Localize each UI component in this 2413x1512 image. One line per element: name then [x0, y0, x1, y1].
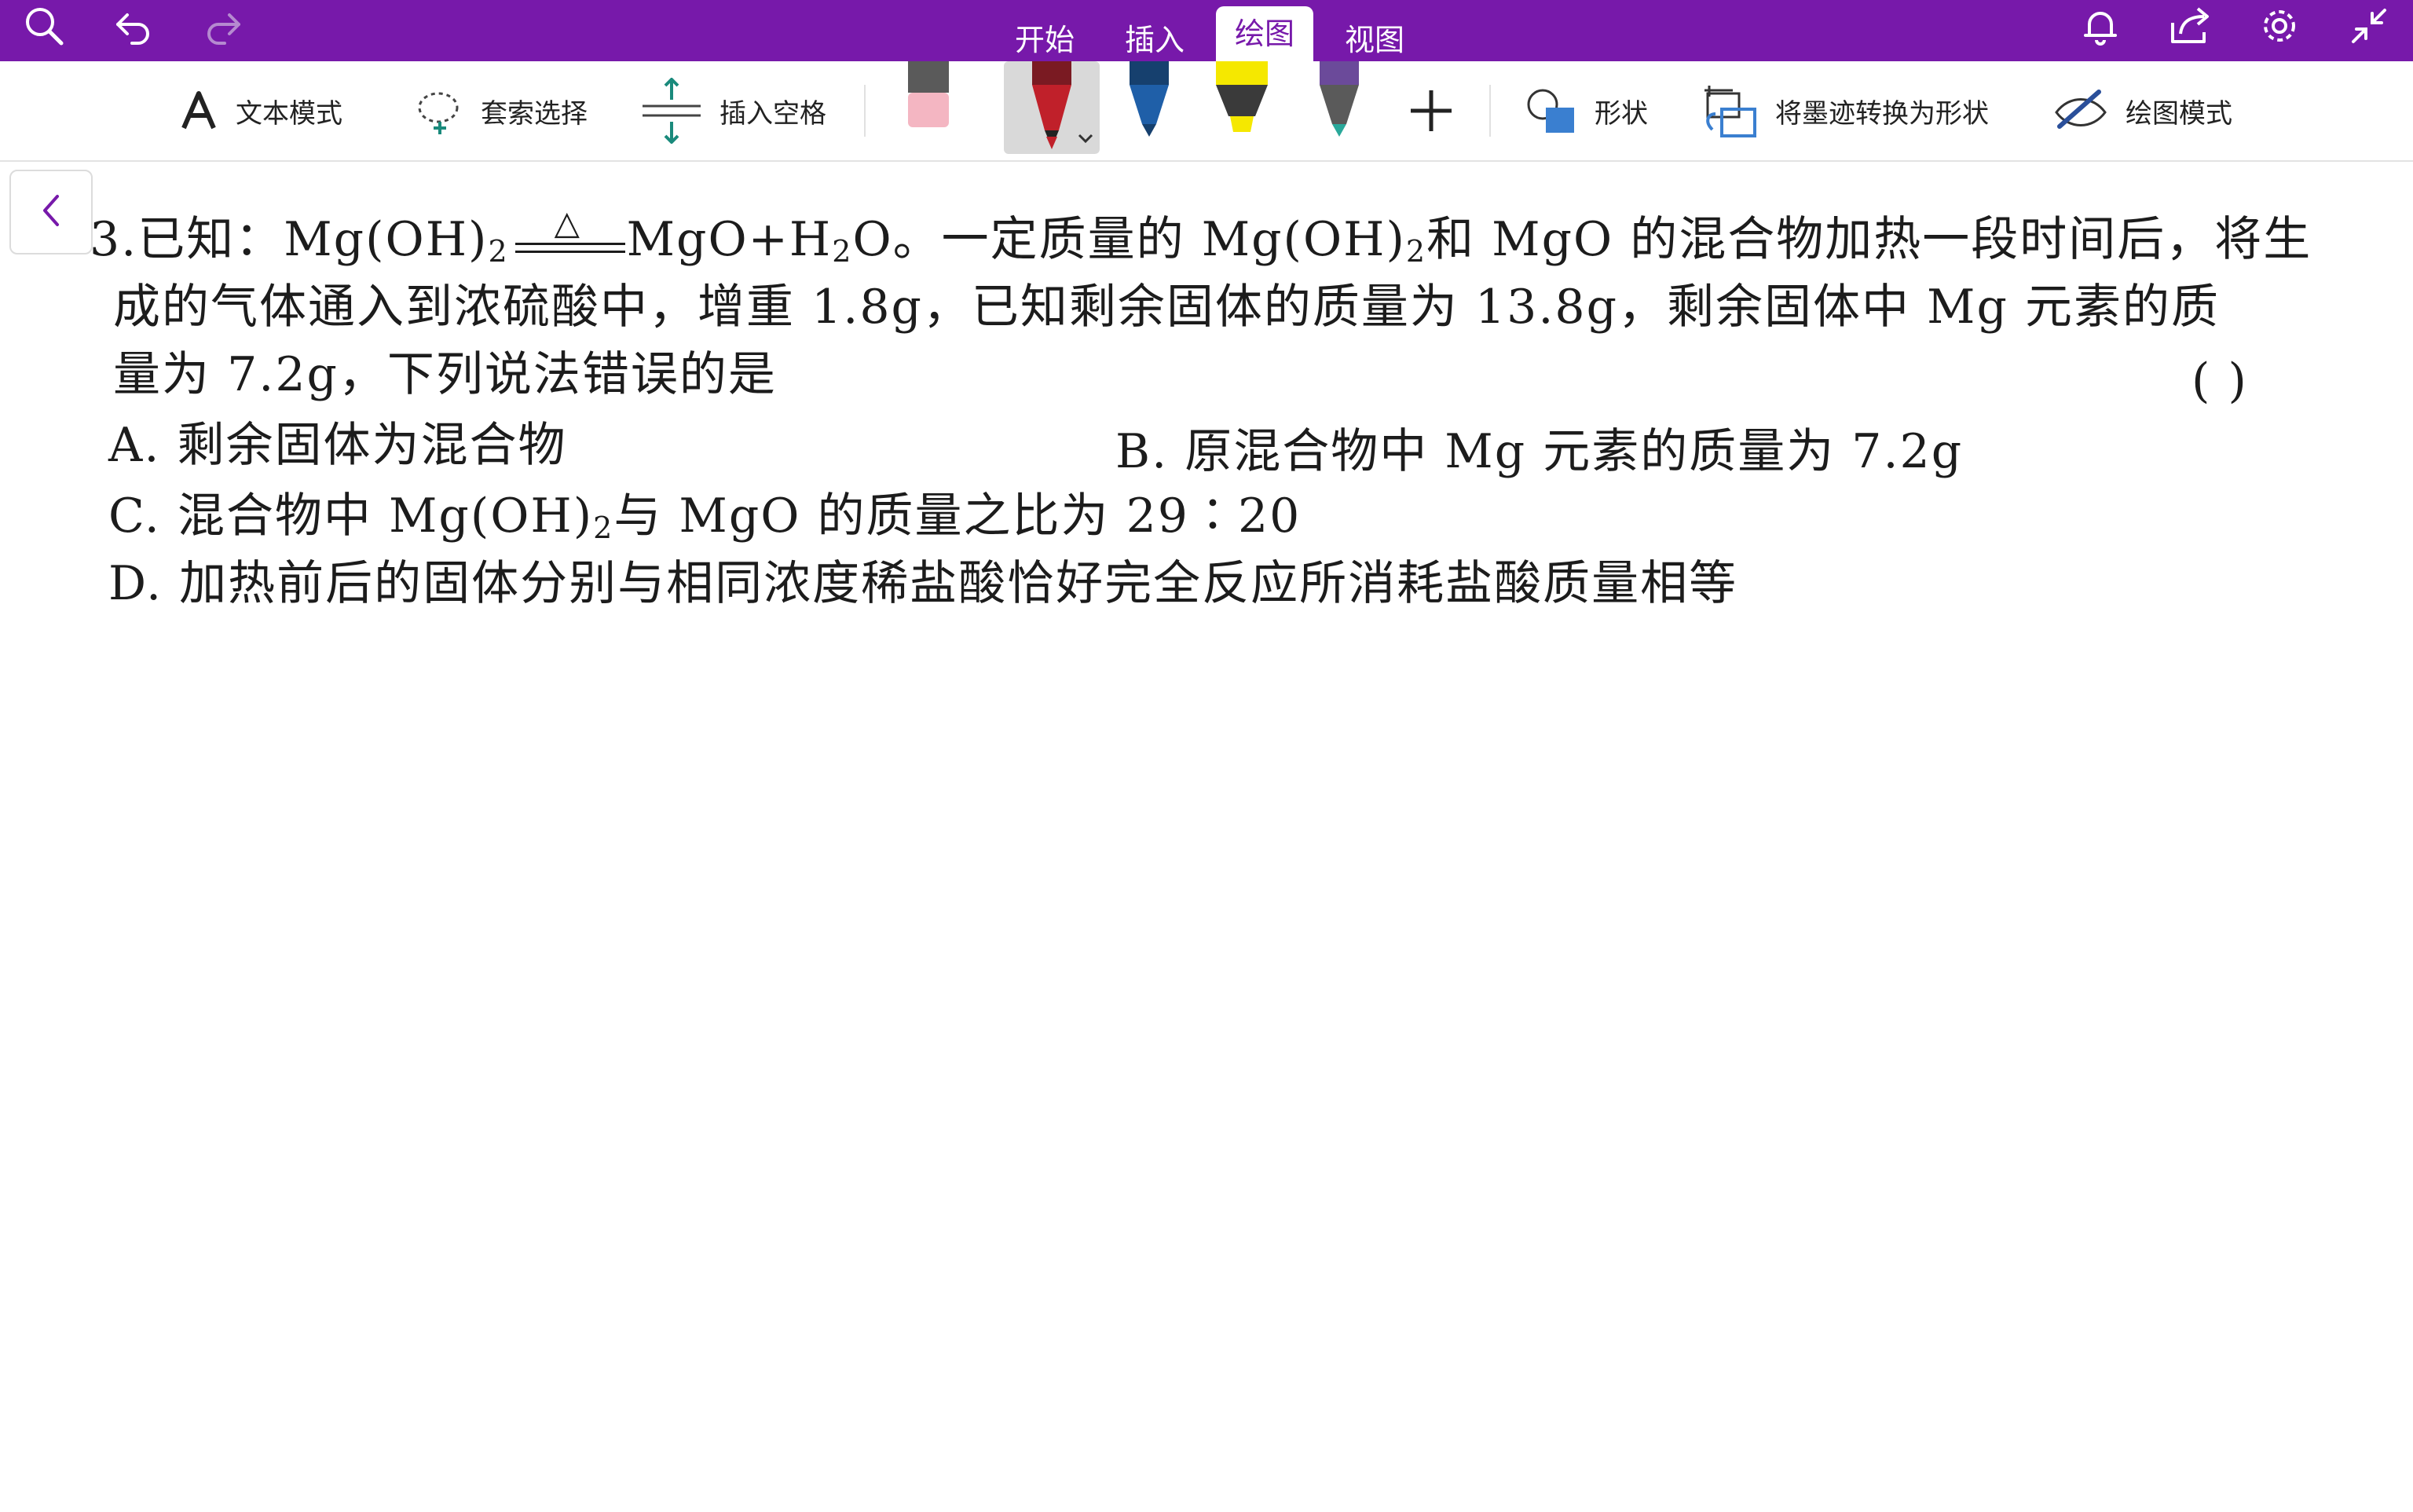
- draw-mode-button[interactable]: 绘图模式: [2053, 61, 2232, 160]
- draw-mode-icon: [2053, 87, 2108, 134]
- text-mode-label: 文本模式: [236, 97, 342, 130]
- tab-view[interactable]: 视图: [1326, 13, 1423, 61]
- option-a: A. 剩余固体为混合物: [108, 418, 567, 473]
- question-line-2: 成的气体通入到浓硫酸中，增重 1.8g，已知剩余固体的质量为 13.8g，剩余固…: [113, 280, 2220, 335]
- blue-pen-tool[interactable]: [1122, 61, 1177, 137]
- text-a-icon: [179, 87, 218, 134]
- question-line-1: 3.已知：Mg(OH)2 △ MgO+H2O。一定质量的 Mg(OH)2和 MgO …: [90, 203, 2312, 279]
- tab-draw[interactable]: 绘图: [1216, 6, 1314, 61]
- subscript: 2: [488, 234, 509, 269]
- plus-icon: [1408, 87, 1455, 134]
- question-text: 已知：Mg(OH): [137, 212, 489, 267]
- shapes-button[interactable]: 形状: [1525, 61, 1648, 160]
- share-icon[interactable]: [2162, 0, 2218, 52]
- ribbon-tabs: 开始 插入 绘图 视图: [990, 0, 1430, 61]
- subscript: 2: [593, 511, 614, 545]
- ribbon-separator: [864, 85, 866, 137]
- shapes-label: 形状: [1595, 97, 1648, 130]
- eraser-tool[interactable]: [903, 61, 954, 132]
- reaction-condition: △: [509, 203, 627, 266]
- insert-space-label: 插入空格: [720, 97, 826, 130]
- shapes-icon: [1525, 87, 1577, 134]
- tab-home[interactable]: 开始: [996, 13, 1093, 61]
- teal-pen-tool[interactable]: [1312, 61, 1367, 137]
- subscript: 2: [1405, 234, 1427, 269]
- lasso-select-label: 套索选择: [481, 97, 588, 130]
- question-number: 3.: [90, 212, 138, 267]
- question-line-3: 量为 7.2g，下列说法错误的是: [113, 347, 777, 402]
- ink-to-shape-button[interactable]: 将墨迹转换为形状: [1701, 61, 1989, 160]
- question-text: 量为 7.2g，下列说法错误的是: [113, 347, 777, 402]
- question-text: 成的气体通入到浓硫酸中，增重 1.8g，已知剩余固体的质量为 13.8g，剩余固…: [113, 280, 2220, 335]
- subscript: 2: [832, 234, 853, 269]
- redo-icon[interactable]: [195, 0, 251, 52]
- draw-ribbon: 文本模式 套索选择 插入空格 形状 将墨迹转换为形状 绘图模式: [0, 61, 2413, 162]
- text-mode-button[interactable]: 文本模式: [179, 61, 342, 160]
- draw-mode-label: 绘图模式: [2126, 97, 2232, 130]
- ribbon-separator: [1489, 85, 1491, 137]
- question-text: 和 MgO 的混合物加热一段时间后，将生: [1426, 212, 2312, 267]
- option-d: D. 加热前后的固体分别与相同浓度稀盐酸恰好完全反应所消耗盐酸质量相等: [108, 556, 1738, 611]
- note-page: 3.已知：Mg(OH)2 △ MgO+H2O。一定质量的 Mg(OH)2和 MgO …: [0, 162, 2413, 1512]
- yellow-highlighter-tool[interactable]: [1211, 61, 1272, 134]
- option-b: B. 原混合物中 Mg 元素的质量为 7.2g: [1115, 424, 1964, 479]
- ink-to-shape-label: 将墨迹转换为形状: [1775, 97, 1989, 130]
- insert-space-icon: [641, 78, 702, 144]
- search-icon[interactable]: [16, 0, 72, 52]
- lasso-icon: [413, 86, 463, 136]
- add-pen-button[interactable]: [1408, 61, 1472, 160]
- red-pen-tool[interactable]: [1004, 61, 1100, 154]
- answer-bracket: ( ): [2191, 353, 2248, 408]
- ink-to-shape-icon: [1701, 82, 1758, 139]
- lasso-select-button[interactable]: 套索选择: [413, 61, 588, 160]
- collapse-icon[interactable]: [2341, 0, 2397, 52]
- tab-insert[interactable]: 插入: [1106, 13, 1203, 61]
- gear-icon[interactable]: [2251, 0, 2308, 52]
- question-text: MgO+H: [626, 212, 833, 267]
- question-text: O。一定质量的 Mg(OH): [852, 212, 1406, 267]
- title-bar: 开始 插入 绘图 视图: [0, 0, 2413, 61]
- bell-icon[interactable]: [2072, 0, 2129, 52]
- option-c: C. 混合物中 Mg(OH)2与 MgO 的质量之比为 29∶20: [108, 489, 1302, 545]
- undo-icon[interactable]: [105, 0, 162, 52]
- insert-space-button[interactable]: 插入空格: [641, 61, 826, 160]
